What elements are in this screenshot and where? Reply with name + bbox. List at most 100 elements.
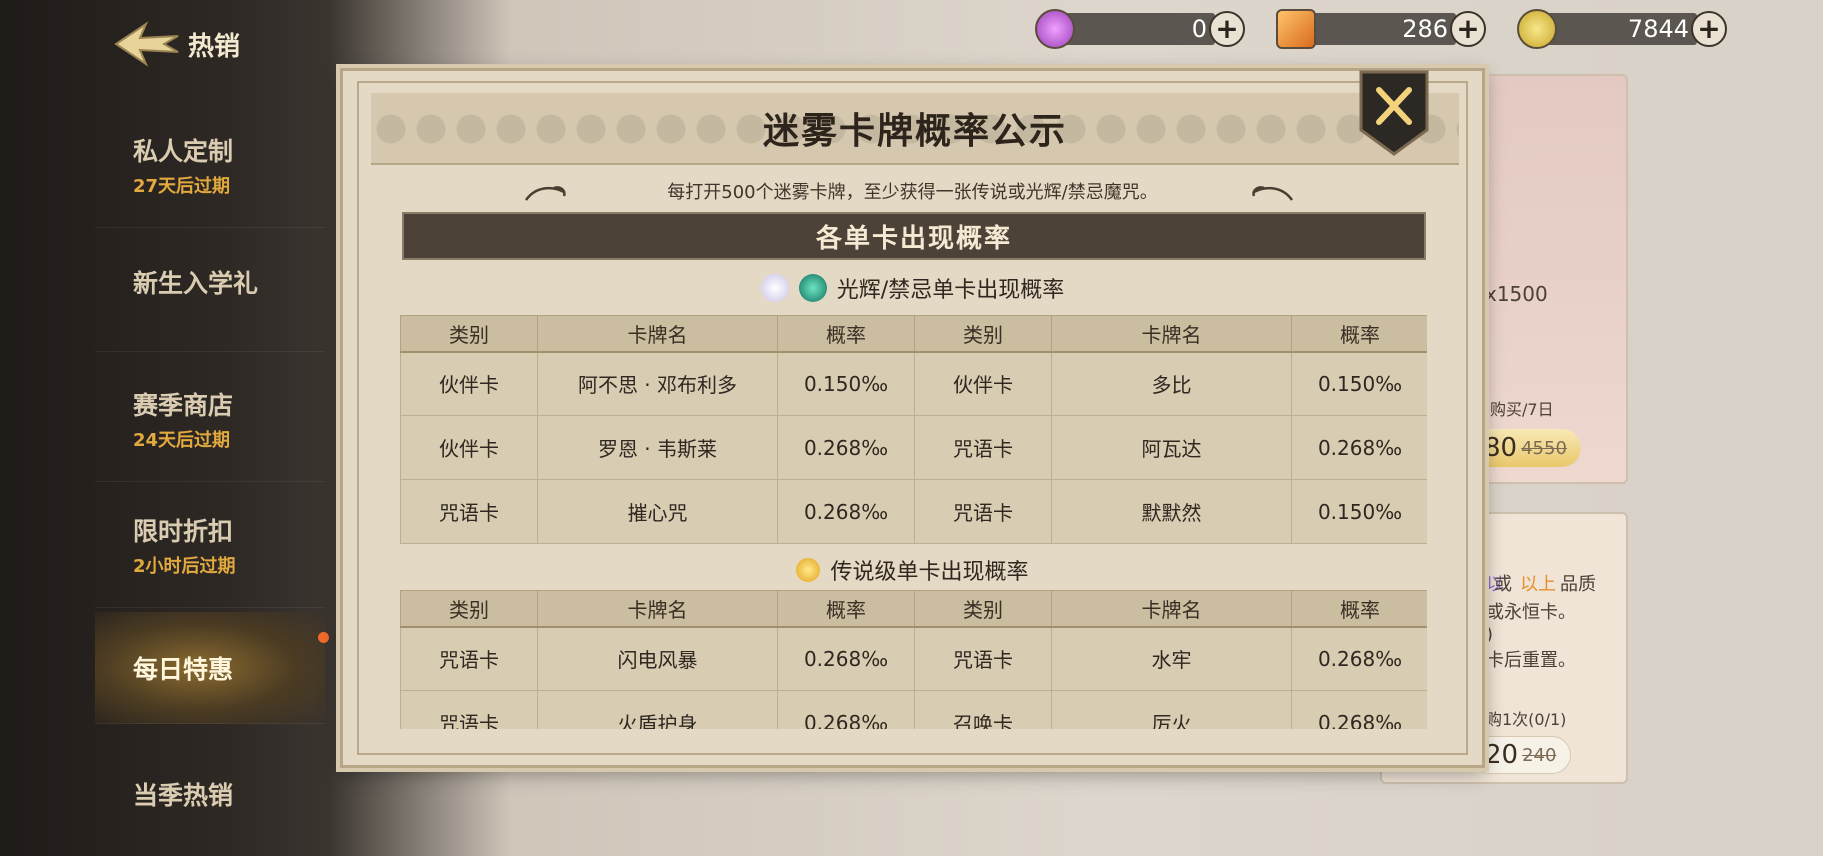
gold-coin-icon <box>1517 9 1557 49</box>
card2-text-1d: 品质 <box>1560 574 1596 595</box>
header-category: 类别 <box>914 315 1052 353</box>
table-row: 咒语卡 闪电风暴 0.268‰ 咒语卡 水牢 0.268‰ <box>400 626 1427 691</box>
header-card-name: 卡牌名 <box>537 315 778 353</box>
card2-price-button[interactable]: 20 240 <box>1470 736 1572 774</box>
coins-amount: 7844 <box>1547 13 1697 45</box>
gems-amount: 0 <box>1065 13 1215 45</box>
header-category: 类别 <box>400 315 538 353</box>
probability-scroll-area[interactable]: 类别 卡牌名 概率 类别 卡牌名 概率 伙伴卡 阿不思 · 邓布利多 0.150… <box>400 264 1427 729</box>
notification-dot <box>318 632 329 643</box>
add-coins-button[interactable]: + <box>1691 11 1727 47</box>
header-probability: 概率 <box>1291 590 1427 628</box>
card2-old-price: 240 <box>1522 744 1557 766</box>
sidebar-item-season-shop[interactable]: 赛季商店 24天后过期 <box>95 386 325 482</box>
card1-price: 80 <box>1484 433 1518 463</box>
cell: 闪电风暴 <box>537 626 778 691</box>
add-tickets-button[interactable]: + <box>1450 11 1486 47</box>
cell: 摧心咒 <box>537 479 778 544</box>
sidebar-item-freshman-gift[interactable]: 新生入学礼 <box>95 264 325 352</box>
cell: 0.150‰ <box>777 351 915 416</box>
table-row: 咒语卡 火盾护身 0.268‰ 召唤卡 厉火 0.268‰ <box>400 690 1427 729</box>
cell: 咒语卡 <box>400 479 538 544</box>
currency-gems: 0 + <box>1035 9 1245 49</box>
sidebar-item-expiry: 24天后过期 <box>133 430 231 451</box>
sidebar-item-season-hot[interactable]: 当季热销 <box>95 776 325 836</box>
guarantee-notice: 每打开500个迷雾卡牌，至少获得一张传说或光辉/禁忌魔咒。 <box>667 182 1158 203</box>
cell: 0.268‰ <box>777 479 915 544</box>
header-card-name: 卡牌名 <box>1051 590 1292 628</box>
sidebar-item-label: 限时折扣 <box>133 517 234 546</box>
card1-old-price: 4550 <box>1521 437 1567 459</box>
add-gems-button[interactable]: + <box>1209 11 1245 47</box>
sidebar-item-daily-deal[interactable]: 每日特惠 <box>95 612 329 724</box>
cell: 0.268‰ <box>777 415 915 480</box>
tickets-amount: 286 <box>1306 13 1456 45</box>
table-header-row: 类别 卡牌名 概率 类别 卡牌名 概率 <box>400 315 1427 353</box>
header-category: 类别 <box>400 590 538 628</box>
modal-title: 迷雾卡牌概率公示 <box>762 111 1067 152</box>
sidebar: 热销 私人定制 27天后过期 新生入学礼 赛季商店 24天后过期 限时折扣 2小… <box>0 0 330 856</box>
back-button[interactable]: 热销 <box>112 18 272 70</box>
cell: 罗恩 · 韦斯莱 <box>537 415 778 480</box>
card2-text-1b: 或 <box>1494 574 1512 595</box>
legendary-table: 类别 卡牌名 概率 类别 卡牌名 概率 咒语卡 闪电风暴 0.268‰ 咒语卡 … <box>400 590 1427 729</box>
cell: 0.150‰ <box>1291 351 1427 416</box>
card2-price: 20 <box>1485 740 1519 770</box>
card2-limit: 购1次(0/1) <box>1486 710 1567 729</box>
cell: 多比 <box>1051 351 1292 416</box>
cell: 伙伴卡 <box>400 351 538 416</box>
cell: 咒语卡 <box>914 479 1052 544</box>
sidebar-item-label: 私人定制 <box>133 137 234 166</box>
cell: 默默然 <box>1051 479 1292 544</box>
sidebar-item-label: 当季热销 <box>133 781 234 810</box>
cell: 咒语卡 <box>914 626 1052 691</box>
back-arrow-icon <box>114 21 179 67</box>
card2-text-3: ) <box>1486 624 1494 645</box>
sidebar-item-label: 赛季商店 <box>133 391 234 420</box>
card2-text-1c: 以上 <box>1520 574 1556 595</box>
cell: 厉火 <box>1051 690 1292 729</box>
modal-header: 迷雾卡牌概率公示 <box>371 93 1459 165</box>
cell: 伙伴卡 <box>914 351 1052 416</box>
sidebar-item-label: 每日特惠 <box>133 655 234 684</box>
section-bar: 各单卡出现概率 <box>402 212 1426 260</box>
close-icon[interactable] <box>1359 70 1429 156</box>
table-row: 咒语卡 摧心咒 0.268‰ 咒语卡 默默然 0.150‰ <box>400 479 1427 544</box>
flourish-right-icon <box>1252 186 1294 201</box>
sidebar-item-expiry: 2小时后过期 <box>133 556 236 577</box>
sidebar-item-limited-discount[interactable]: 限时折扣 2小时后过期 <box>95 512 325 608</box>
sidebar-item-private-custom[interactable]: 私人定制 27天后过期 <box>95 132 325 228</box>
card1-quantity: x1500 <box>1485 282 1548 306</box>
table-header-row: 类别 卡牌名 概率 类别 卡牌名 概率 <box>400 590 1427 628</box>
cell: 召唤卡 <box>914 690 1052 729</box>
cell: 0.268‰ <box>1291 626 1427 691</box>
header-probability: 概率 <box>777 315 915 353</box>
cell: 0.268‰ <box>777 690 915 729</box>
back-title: 热销 <box>188 31 241 62</box>
cell: 0.150‰ <box>1291 479 1427 544</box>
orange-ticket-icon <box>1276 9 1316 49</box>
header-probability: 概率 <box>777 590 915 628</box>
card1-price-button[interactable]: 80 4550 <box>1470 429 1581 467</box>
sidebar-item-label: 新生入学礼 <box>133 269 259 298</box>
cell: 0.268‰ <box>1291 415 1427 480</box>
cell: 阿不思 · 邓布利多 <box>537 351 778 416</box>
cell: 伙伴卡 <box>400 415 538 480</box>
header-probability: 概率 <box>1291 315 1427 353</box>
cell: 咒语卡 <box>400 626 538 691</box>
card2-text-2: 或永恒卡。 <box>1486 602 1576 623</box>
radiant-forbidden-table: 类别 卡牌名 概率 类别 卡牌名 概率 伙伴卡 阿不思 · 邓布利多 0.150… <box>400 315 1427 544</box>
sidebar-item-expiry: 27天后过期 <box>133 176 231 197</box>
header-card-name: 卡牌名 <box>1051 315 1292 353</box>
card2-text-4: 卡后重置。 <box>1486 650 1576 671</box>
section-title: 各单卡出现概率 <box>815 223 1012 254</box>
cell: 0.268‰ <box>1291 690 1427 729</box>
purple-gem-icon <box>1035 9 1075 49</box>
cell: 咒语卡 <box>400 690 538 729</box>
cell: 水牢 <box>1051 626 1292 691</box>
table-row: 伙伴卡 罗恩 · 韦斯莱 0.268‰ 咒语卡 阿瓦达 0.268‰ <box>400 415 1427 480</box>
card1-limit: 购买/7日 <box>1490 400 1554 419</box>
cell: 火盾护身 <box>537 690 778 729</box>
header-card-name: 卡牌名 <box>537 590 778 628</box>
cell: 0.268‰ <box>777 626 915 691</box>
